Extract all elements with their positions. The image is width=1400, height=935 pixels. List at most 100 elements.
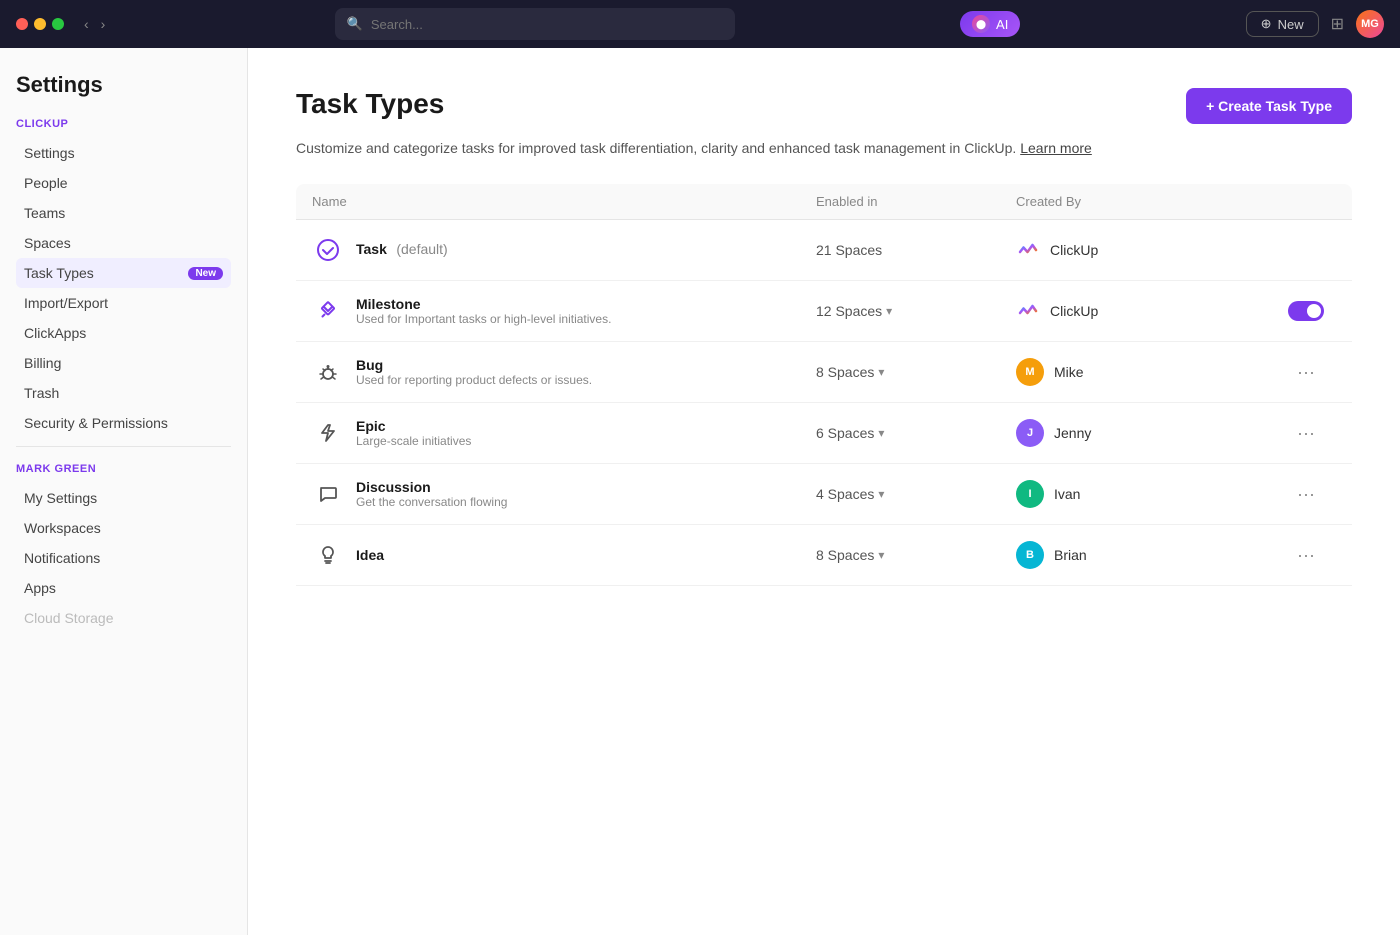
maximize-window-dot[interactable] — [52, 18, 64, 30]
ai-button[interactable]: ⬤ AI — [960, 11, 1020, 37]
sidebar-item-label: Task Types — [24, 265, 182, 281]
mark-section-label: MARK GREEN — [16, 463, 231, 475]
created-cell: M Mike — [1016, 358, 1276, 386]
chevron-down-icon: ▾ — [878, 365, 884, 379]
sidebar-item-billing[interactable]: Billing — [16, 348, 231, 378]
table-row: Bug Used for reporting product defects o… — [296, 342, 1352, 403]
task-row-desc: Used for reporting product defects or is… — [356, 373, 592, 387]
more-options-button[interactable]: ··· — [1289, 419, 1323, 448]
creator-name: Ivan — [1054, 486, 1080, 502]
task-info: Bug Used for reporting product defects o… — [356, 357, 592, 387]
avatar: I — [1016, 480, 1044, 508]
search-bar[interactable]: 🔍 — [335, 8, 735, 40]
spaces-cell[interactable]: 8 Spaces ▾ — [816, 547, 1016, 563]
ai-circle-icon: ⬤ — [972, 15, 990, 33]
creator-name: ClickUp — [1050, 242, 1098, 258]
ai-label: AI — [996, 17, 1008, 32]
header-enabled: Enabled in — [816, 194, 1016, 209]
task-row-desc: Large-scale initiatives — [356, 434, 471, 448]
sidebar-item-label: People — [24, 175, 223, 191]
created-cell: J Jenny — [1016, 419, 1276, 447]
sidebar-item-apps[interactable]: Apps — [16, 573, 231, 603]
sidebar-item-label: Billing — [24, 355, 223, 371]
user-avatar[interactable]: MG — [1356, 10, 1384, 38]
topbar: ‹ › 🔍 ⬤ AI ⊕ New ⊞ MG — [0, 0, 1400, 48]
sidebar-item-label: Import/Export — [24, 295, 223, 311]
avatar: J — [1016, 419, 1044, 447]
spaces-cell: 21 Spaces — [816, 242, 1016, 258]
milestone-icon — [312, 295, 344, 327]
new-badge: New — [188, 267, 223, 280]
sidebar-item-my-settings[interactable]: My Settings — [16, 483, 231, 513]
header-actions — [1276, 194, 1336, 209]
search-input[interactable] — [371, 17, 723, 32]
chevron-down-icon: ▾ — [878, 548, 884, 562]
milestone-toggle[interactable] — [1288, 301, 1324, 321]
window-controls — [16, 18, 64, 30]
creator-name: ClickUp — [1050, 303, 1098, 319]
task-name-cell: Discussion Get the conversation flowing — [312, 478, 816, 510]
task-info: Epic Large-scale initiatives — [356, 418, 471, 448]
sidebar-item-security[interactable]: Security & Permissions — [16, 408, 231, 438]
task-row-desc: Used for Important tasks or high-level i… — [356, 312, 611, 326]
more-options-button[interactable]: ··· — [1289, 358, 1323, 387]
table-row: Idea 8 Spaces ▾ B Brian ··· — [296, 525, 1352, 586]
sidebar-item-cloud-storage[interactable]: Cloud Storage — [16, 603, 231, 633]
chevron-down-icon: ▾ — [878, 426, 884, 440]
table-row: Epic Large-scale initiatives 6 Spaces ▾ … — [296, 403, 1352, 464]
clickup-logo-icon — [1016, 236, 1040, 265]
sidebar-item-settings[interactable]: Settings — [16, 138, 231, 168]
back-button[interactable]: ‹ — [80, 14, 93, 34]
sidebar-item-label: My Settings — [24, 490, 223, 506]
spaces-cell[interactable]: 12 Spaces ▾ — [816, 303, 1016, 319]
sidebar-item-label: Teams — [24, 205, 223, 221]
created-cell: I Ivan — [1016, 480, 1276, 508]
task-info: Discussion Get the conversation flowing — [356, 479, 507, 509]
task-check-icon — [312, 234, 344, 266]
spaces-cell[interactable]: 6 Spaces ▾ — [816, 425, 1016, 441]
actions-cell — [1276, 301, 1336, 321]
task-row-name: Task (default) — [356, 241, 448, 259]
sidebar-item-task-types[interactable]: Task Types New — [16, 258, 231, 288]
sidebar-item-spaces[interactable]: Spaces — [16, 228, 231, 258]
plus-icon: ⊕ — [1261, 16, 1272, 32]
sidebar-item-people[interactable]: People — [16, 168, 231, 198]
creator-name: Brian — [1054, 547, 1087, 563]
nav-arrows: ‹ › — [80, 14, 109, 34]
task-name-cell: Epic Large-scale initiatives — [312, 417, 816, 449]
sidebar-divider — [16, 446, 231, 447]
spaces-cell[interactable]: 8 Spaces ▾ — [816, 364, 1016, 380]
sidebar-item-notifications[interactable]: Notifications — [16, 543, 231, 573]
sidebar-item-trash[interactable]: Trash — [16, 378, 231, 408]
sidebar-item-label: Cloud Storage — [24, 610, 223, 626]
more-options-button[interactable]: ··· — [1289, 541, 1323, 570]
discussion-icon — [312, 478, 344, 510]
main-layout: Settings CLICKUP Settings People Teams S… — [0, 48, 1400, 935]
sidebar-item-clickapps[interactable]: ClickApps — [16, 318, 231, 348]
sidebar-item-teams[interactable]: Teams — [16, 198, 231, 228]
bug-icon — [312, 356, 344, 388]
clickup-section-label: CLICKUP — [16, 118, 231, 130]
created-cell: ClickUp — [1016, 236, 1276, 265]
sidebar-item-import-export[interactable]: Import/Export — [16, 288, 231, 318]
sidebar-item-workspaces[interactable]: Workspaces — [16, 513, 231, 543]
close-window-dot[interactable] — [16, 18, 28, 30]
task-row-desc: Get the conversation flowing — [356, 495, 507, 509]
spaces-cell[interactable]: 4 Spaces ▾ — [816, 486, 1016, 502]
topbar-right: ⊕ New ⊞ MG — [1246, 10, 1384, 38]
new-button[interactable]: ⊕ New — [1246, 11, 1319, 37]
avatar: M — [1016, 358, 1044, 386]
create-task-type-button[interactable]: + Create Task Type — [1186, 88, 1352, 124]
page-header: Task Types + Create Task Type — [296, 88, 1352, 124]
epic-icon — [312, 417, 344, 449]
minimize-window-dot[interactable] — [34, 18, 46, 30]
grid-icon[interactable]: ⊞ — [1331, 14, 1344, 34]
learn-more-link[interactable]: Learn more — [1020, 140, 1092, 156]
sidebar-item-label: Apps — [24, 580, 223, 596]
forward-button[interactable]: › — [97, 14, 110, 34]
more-options-button[interactable]: ··· — [1289, 480, 1323, 509]
clickup-logo-icon — [1016, 297, 1040, 326]
sidebar-item-label: ClickApps — [24, 325, 223, 341]
page-title: Task Types — [296, 88, 444, 120]
new-label: New — [1278, 17, 1304, 32]
